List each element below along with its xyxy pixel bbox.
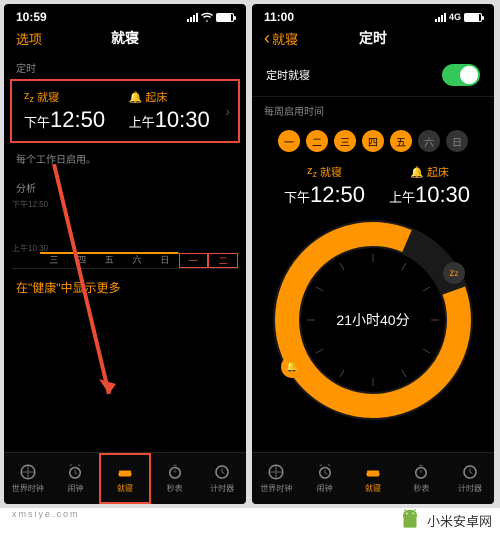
bell-icon: 🔔 <box>410 166 424 179</box>
day-mon[interactable]: 一 <box>278 130 300 152</box>
bedtime-row[interactable]: zz就寝 下午12:50 🔔起床 上午10:30 › <box>12 81 238 141</box>
tab-bar: 世界时钟 闹钟 就寝 秒表 计时器 <box>4 452 246 504</box>
tab-bar: 世界时钟 闹钟 就寝 秒表 计时器 <box>252 452 494 504</box>
bed-label: zz就寝 <box>24 89 121 105</box>
status-bar: 11:00 4G <box>252 4 494 26</box>
day-sat[interactable]: 六 <box>418 130 440 152</box>
tab-world-clock[interactable]: 世界时钟 <box>4 453 52 504</box>
wifi-icon <box>201 12 213 22</box>
moon-icon: zz <box>24 90 34 104</box>
day-fri[interactable]: 五 <box>390 130 412 152</box>
tab-world-clock[interactable]: 世界时钟 <box>252 453 300 504</box>
moon-icon: zz <box>307 165 317 179</box>
back-button[interactable]: ‹就寝 <box>264 28 298 49</box>
chevron-right-icon: › <box>225 103 234 119</box>
schedule-note: 每个工作日启用。 <box>4 143 246 174</box>
sleep-duration: 21小时40分 <box>273 220 473 420</box>
bedtime-handle[interactable]: zz <box>443 262 465 284</box>
day-thu[interactable]: 四 <box>362 130 384 152</box>
status-time: 11:00 <box>264 10 294 24</box>
watermark: 小米安卓网 <box>397 507 492 533</box>
tab-alarm[interactable]: 闹钟 <box>52 453 100 504</box>
day-picker: 一 二 三 四 五 六 日 <box>252 122 494 160</box>
section-timer: 定时 <box>4 54 246 79</box>
day-sun[interactable]: 日 <box>446 130 468 152</box>
schedule-toggle-row: 定时就寝 <box>252 54 494 97</box>
bell-icon: 🔔 <box>129 91 143 104</box>
analysis-chart: 下午12:50 上午10:30 三四五六日一二 <box>12 199 238 269</box>
chart-days: 三四五六日一二 <box>40 253 238 268</box>
tab-stopwatch[interactable]: 秒表 <box>151 453 199 504</box>
tab-alarm[interactable]: 闹钟 <box>300 453 348 504</box>
section-week: 每周启用时间 <box>252 97 494 122</box>
highlight-box: zz就寝 下午12:50 🔔起床 上午10:30 › <box>10 79 240 143</box>
section-analysis: 分析 <box>4 174 246 199</box>
tab-timer[interactable]: 计时器 <box>198 453 246 504</box>
nav-bar: ‹就寝 定时 <box>252 26 494 54</box>
tab-timer[interactable]: 计时器 <box>446 453 494 504</box>
show-more-link[interactable]: 在"健康"中显示更多 <box>4 269 246 306</box>
tab-stopwatch[interactable]: 秒表 <box>397 453 445 504</box>
day-tue[interactable]: 二 <box>306 130 328 152</box>
battery-icon <box>464 13 482 22</box>
wake-handle[interactable]: 🔔 <box>281 356 303 378</box>
sleep-dial[interactable]: 21小时40分 zz 🔔 <box>273 220 473 420</box>
status-right: 4G <box>435 10 482 24</box>
status-right <box>187 10 234 24</box>
wake-label: 🔔起床 <box>129 89 226 105</box>
source-url: xmsiye.com <box>12 509 80 519</box>
times-display: zz就寝 下午12:50 🔔起床 上午10:30 <box>252 160 494 216</box>
tab-bedtime[interactable]: 就寝 <box>349 453 397 504</box>
battery-icon <box>216 13 234 22</box>
phone-left: 10:59 选项 就寝 定时 zz就寝 下午12:50 🔔起床 上午10:30 <box>4 4 246 504</box>
day-wed[interactable]: 三 <box>334 130 356 152</box>
nav-bar: 选项 就寝 <box>4 26 246 54</box>
status-bar: 10:59 <box>4 4 246 26</box>
options-link[interactable]: 选项 <box>16 29 42 48</box>
page-title: 定时 <box>359 28 387 48</box>
schedule-toggle[interactable] <box>442 64 480 86</box>
page-title: 就寝 <box>111 28 139 48</box>
chevron-left-icon: ‹ <box>264 28 270 48</box>
tab-bedtime[interactable]: 就寝 <box>99 453 151 504</box>
phone-right: 11:00 4G ‹就寝 定时 定时就寝 每周启用时间 一 二 三 四 五 六 … <box>252 4 494 504</box>
android-logo-icon <box>397 507 423 533</box>
status-time: 10:59 <box>16 10 47 24</box>
